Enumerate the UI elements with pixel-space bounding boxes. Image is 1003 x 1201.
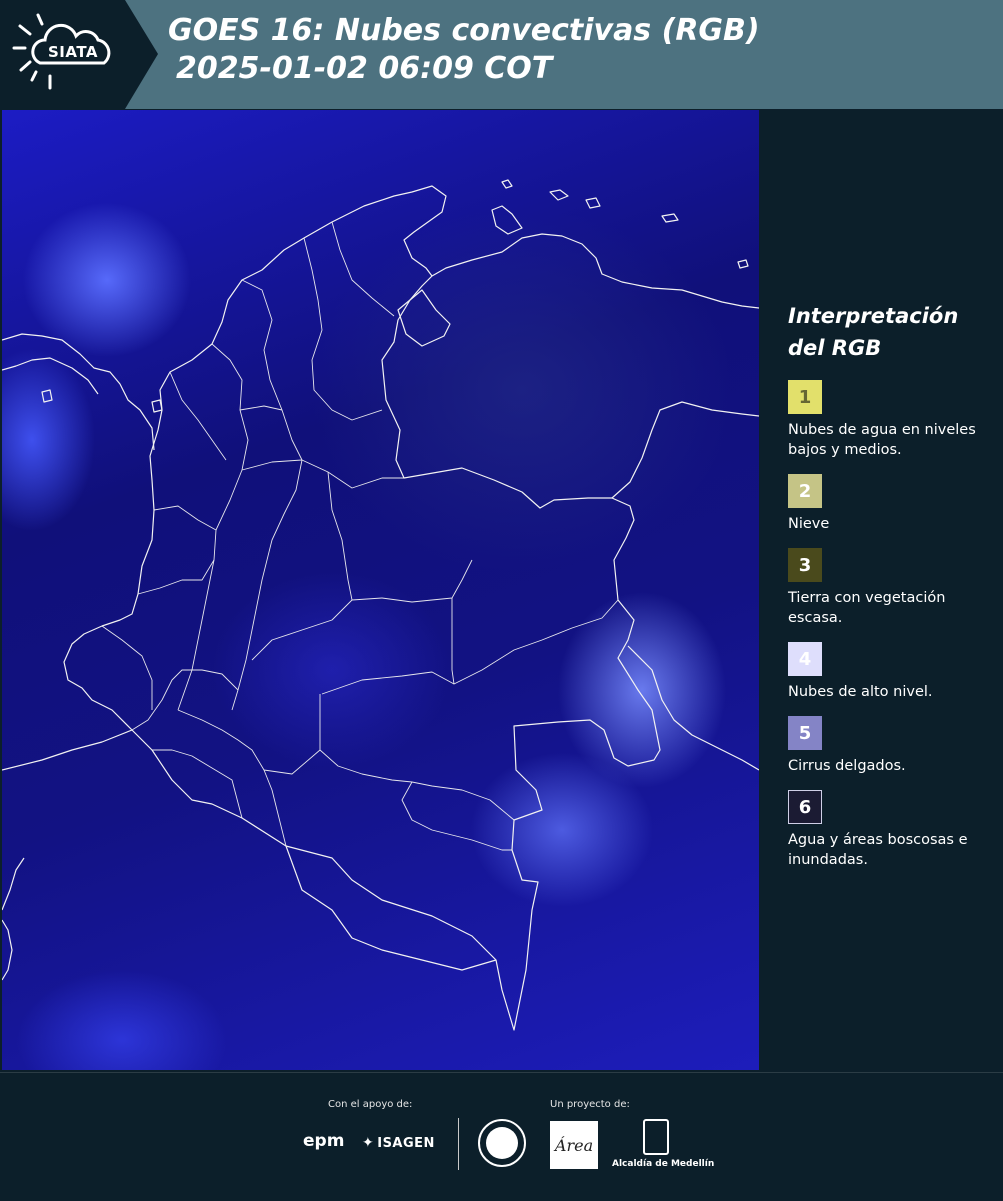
legend-label-2: Nieve (788, 516, 830, 532)
alcaldia-shield-icon (643, 1119, 669, 1155)
page-title: GOES 16: Nubes convectivas (RGB) 2025-01… (168, 12, 760, 88)
legend-number-3: 3 (798, 554, 812, 576)
legend-item-6: 6 Agua y áreas boscosas e inundadas. (788, 790, 998, 870)
siata-logo: SIATA (0, 0, 158, 109)
project-label: Un proyecto de: (550, 1099, 630, 1110)
legend-item-4: 4 Nubes de alto nivel. (788, 642, 998, 702)
footer-divider (458, 1118, 459, 1170)
satellite-map (2, 110, 759, 1070)
epm-logo: epm (303, 1131, 345, 1151)
legend-item-3: 3 Tierra con vegetación escasa. (788, 548, 998, 628)
legend-title-line-2: del RGB (788, 336, 882, 360)
legend-number-4: 4 (798, 648, 812, 670)
title-timestamp: 2025-01-02 06:09 COT (176, 51, 553, 86)
legend-number-2: 2 (798, 480, 812, 502)
legend-swatch-4: 4 (788, 642, 822, 676)
area-metropolitana-logo: Área (550, 1121, 598, 1169)
legend-label-4: Nubes de alto nivel. (788, 684, 933, 700)
legend-item-2: 2 Nieve (788, 474, 998, 534)
seal-inner-icon (486, 1127, 518, 1159)
siata-logo-text: SIATA (48, 43, 99, 61)
legend-label-6: Agua y áreas boscosas e inundadas. (788, 832, 968, 868)
legend-swatch-1: 1 (788, 380, 822, 414)
legend-label-3: Tierra con vegetación escasa. (788, 590, 946, 626)
legend-number-6: 6 (798, 796, 812, 818)
header: SIATA GOES 16: Nubes convectivas (RGB) 2… (0, 0, 1003, 109)
alcaldia-logo-text: Alcaldía de Medellín (612, 1159, 715, 1169)
legend-item-1: 1 Nubes de agua en niveles bajos y medio… (788, 380, 998, 460)
rgb-legend: Interpretación del RGB 1 Nubes de agua e… (788, 300, 998, 884)
legend-swatch-6: 6 (788, 790, 822, 824)
legend-label-5: Cirrus delgados. (788, 758, 906, 774)
legend-swatch-2: 2 (788, 474, 822, 508)
title-line-1: GOES 16: Nubes convectivas (RGB) (168, 13, 760, 48)
legend-title-line-1: Interpretación (788, 304, 959, 328)
legend-label-1: Nubes de agua en niveles bajos y medios. (788, 422, 976, 458)
country-borders (2, 179, 759, 1031)
isagen-text: ISAGEN (377, 1136, 435, 1151)
isagen-icon: ✦ (362, 1135, 375, 1151)
medellin-seal-logo (478, 1119, 526, 1167)
isagen-logo: ✦ ISAGEN (362, 1135, 435, 1151)
legend-swatch-5: 5 (788, 716, 822, 750)
legend-number-5: 5 (798, 722, 812, 744)
support-label: Con el apoyo de: (328, 1099, 413, 1110)
footer: Con el apoyo de: Un proyecto de: epm ✦ IS… (0, 1072, 1003, 1201)
legend-title: Interpretación del RGB (788, 300, 998, 364)
legend-item-5: 5 Cirrus delgados. (788, 716, 998, 776)
legend-swatch-3: 3 (788, 548, 822, 582)
area-logo-text: Área (554, 1135, 594, 1155)
legend-number-1: 1 (798, 386, 812, 408)
